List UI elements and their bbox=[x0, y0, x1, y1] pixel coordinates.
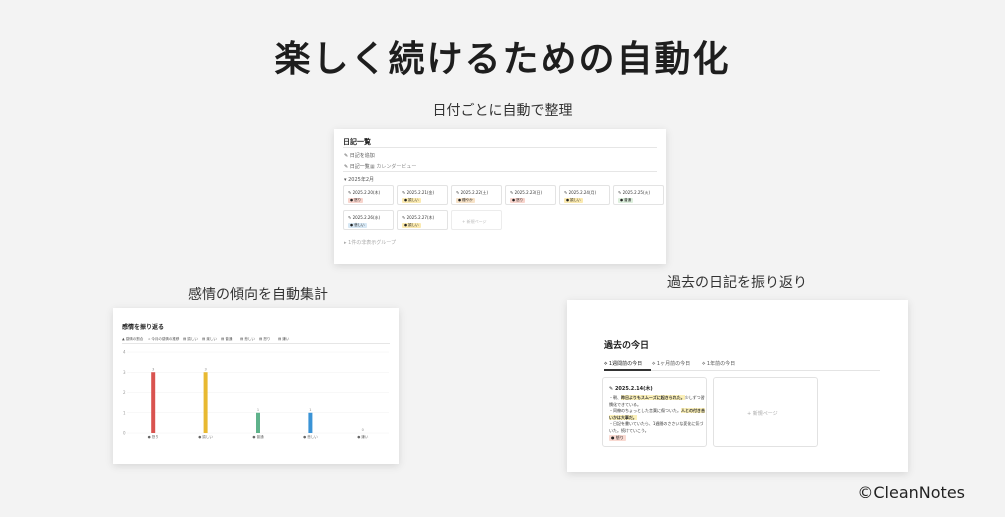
x-tick-label: ● 普通 bbox=[252, 434, 264, 439]
diary-entry-card[interactable]: ✎ 2025.2.21(金) ● 嬉しい bbox=[397, 185, 448, 205]
data-label: 1 bbox=[309, 408, 311, 412]
emotion-tag: ● 嬉しい bbox=[402, 223, 421, 228]
diary-entry-card[interactable]: ✎ 2025.2.20(木) ● 怒り bbox=[343, 185, 394, 205]
entry-date: ✎ 2025.2.26(水) bbox=[348, 215, 381, 220]
emotion-tag: ● 普通 bbox=[618, 198, 634, 203]
emotion-tag: ● 嬉しい bbox=[402, 198, 421, 203]
x-tick-label: ● 怒り bbox=[148, 434, 159, 439]
x-tick-label: ● 悲しい bbox=[303, 434, 318, 439]
emotion-tag: ● 怒り bbox=[609, 435, 626, 441]
diary-entry-card[interactable]: ✎ 2025.2.24(月) ● 嬉しい bbox=[559, 185, 610, 205]
tab-label: 日記一覧 bbox=[349, 164, 370, 170]
entry-date: ✎ 2025.2.21(金) bbox=[402, 190, 435, 195]
caption-emotion: 感情の傾向を自動集計 bbox=[188, 287, 328, 303]
entry-date: ✎ 2025.2.14(木) bbox=[609, 386, 653, 392]
group-label: 2025年2月 bbox=[348, 177, 375, 183]
emotion-bar-chart: 4 3 2 1 0 3 ● 怒り 3 ● 嬉しい 1 ● 普通 1 ● 悲しい 0 ● 嫌い bbox=[123, 350, 389, 439]
entry-date: ✎ 2025.2.25(火) bbox=[618, 190, 651, 195]
tab-label: 1年前の今日 bbox=[706, 361, 736, 367]
y-tick-label: 0 bbox=[123, 431, 126, 436]
group-header[interactable]: ▾ 2025年2月 bbox=[344, 176, 374, 183]
emotion-tag: ● 怒り bbox=[510, 198, 526, 203]
add-diary-label: 日記を追加 bbox=[349, 153, 375, 159]
copyright: ©CleanNotes bbox=[857, 483, 965, 502]
tab-calendar-view[interactable]: ▦ カレンダービュー bbox=[370, 163, 416, 170]
emotion-tag: ● 穏やか bbox=[456, 198, 475, 203]
y-tick-label: 3 bbox=[123, 370, 126, 375]
new-page-card[interactable]: + 新規ページ bbox=[451, 210, 502, 230]
hidden-groups-label: 1件の非表示グループ bbox=[348, 240, 396, 246]
emotion-tag: ● 怒り bbox=[348, 198, 364, 203]
bar-2 bbox=[256, 412, 260, 433]
data-label: 1 bbox=[257, 408, 259, 412]
new-page-card[interactable]: + 新規ページ bbox=[713, 377, 818, 447]
tab-label: カレンダービュー bbox=[376, 164, 417, 170]
diary-entry-card[interactable]: ✎ 2025.2.25(火) ● 普通 bbox=[613, 185, 664, 205]
page-title: 楽しく続けるための自動化 bbox=[274, 39, 731, 80]
past-entry-card[interactable]: ✎ 2025.2.14(木) ・朝、昨日よりもスムーズに起きられた。少しずつ習慣… bbox=[602, 377, 707, 447]
divider bbox=[343, 171, 657, 172]
bar-1 bbox=[203, 372, 208, 433]
tab-one-month-ago[interactable]: ⟡ 1ヶ月前の今日 bbox=[652, 360, 690, 367]
tab-label: 1ヶ月前の今日 bbox=[656, 361, 691, 367]
entry-date: ✎ 2025.2.22(土) bbox=[456, 190, 489, 195]
emotion-tag: ● 嬉しい bbox=[564, 198, 583, 203]
y-tick-label: 2 bbox=[123, 390, 126, 395]
tab-label: 1週間前の今日 bbox=[608, 361, 643, 367]
data-label: 3 bbox=[204, 367, 206, 371]
data-label: 3 bbox=[152, 367, 154, 371]
entry-date: ✎ 2025.2.24(月) bbox=[564, 190, 597, 195]
bar-3 bbox=[308, 412, 313, 433]
diary-entry-card[interactable]: ✎ 2025.2.23(日) ● 怒り bbox=[505, 185, 556, 205]
tab-diary-list[interactable]: ✎ 日記一覧 bbox=[344, 163, 370, 170]
past-title: 過去の今日 bbox=[604, 341, 650, 351]
entry-date: ✎ 2025.2.23(日) bbox=[510, 190, 543, 195]
new-page-label: + 新規ページ bbox=[462, 219, 487, 224]
add-diary-button[interactable]: ✎ 日記を追加 bbox=[344, 152, 375, 159]
y-tick-label: 4 bbox=[123, 350, 126, 355]
diary-list-title: 日記一覧 bbox=[343, 138, 371, 146]
entry-date: ✎ 2025.2.27(木) bbox=[402, 215, 435, 220]
diary-list-screenshot: 日記一覧 ✎ 日記を追加 ✎ 日記一覧 ▦ カレンダービュー ▾ 2025年2月… bbox=[334, 129, 666, 264]
divider bbox=[343, 147, 657, 148]
caption-auto-sort: 日付ごとに自動で整理 bbox=[432, 103, 573, 119]
tab-one-year-ago[interactable]: ⟡ 1年前の今日 bbox=[702, 360, 735, 367]
tab-one-week-ago[interactable]: ⟡ 1週間前の今日 bbox=[604, 360, 642, 367]
bar-0 bbox=[151, 372, 156, 433]
data-label: 0 bbox=[362, 428, 364, 432]
x-tick-label: ● 嬉しい bbox=[198, 434, 213, 439]
y-tick-label: 1 bbox=[123, 410, 126, 415]
emotion-tag: ● 悲しい bbox=[348, 223, 367, 228]
past-today-screenshot: 過去の今日 ⟡ 1週間前の今日 ⟡ 1ヶ月前の今日 ⟡ 1年前の今日 ✎ 202… bbox=[567, 300, 908, 472]
hidden-groups-toggle[interactable]: ▸ 1件の非表示グループ bbox=[344, 239, 396, 246]
entry-body: ・朝、昨日よりもスムーズに起きられた。少しずつ習慣化できている。 ・同僚のちょっ… bbox=[609, 395, 705, 433]
emotion-chart-screenshot: 感情を振り返る ▲ 感情の割合 ⟡ 今月の感情の推移 ▤ 嬉しい ▤ 楽しい ▤ 普通 ▤… bbox=[113, 308, 399, 464]
diary-entry-card[interactable]: ✎ 2025.2.26(水) ● 悲しい bbox=[343, 210, 394, 230]
new-page-label: + 新規ページ bbox=[747, 411, 778, 417]
active-tab-indicator bbox=[604, 369, 651, 371]
x-tick-label: ● 嫌い bbox=[357, 434, 369, 439]
entry-date: ✎ 2025.2.20(木) bbox=[348, 190, 381, 195]
diary-entry-card[interactable]: ✎ 2025.2.27(木) ● 嬉しい bbox=[397, 210, 448, 230]
diary-entry-card[interactable]: ✎ 2025.2.22(土) ● 穏やか bbox=[451, 185, 502, 205]
caption-look-back: 過去の日記を振り返り bbox=[667, 275, 807, 291]
